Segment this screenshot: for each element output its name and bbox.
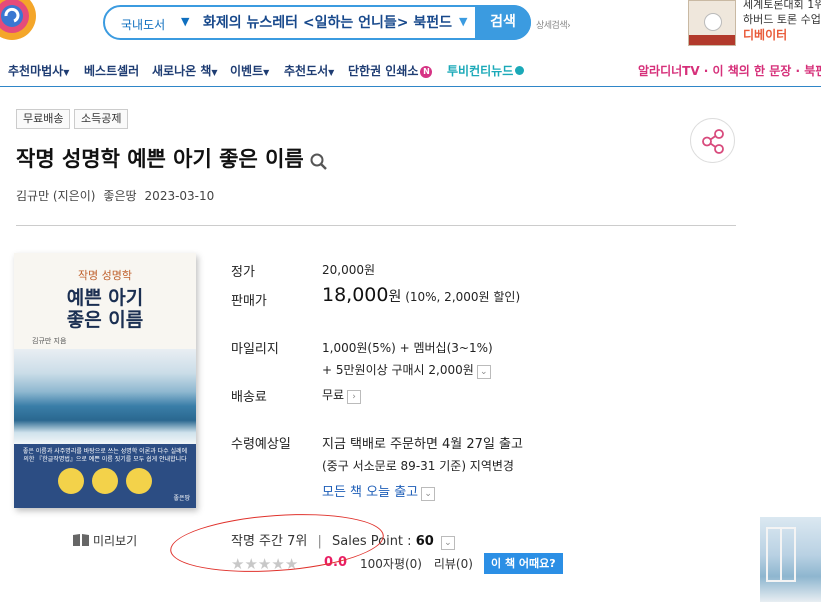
tag-free-shipping: 무료배송	[16, 109, 71, 129]
book-meta: 김규만 (지은이) 좋은땅 2023-03-10	[16, 187, 222, 204]
side-banner-thumbnail[interactable]	[760, 517, 821, 602]
caret-down-icon: ▼	[63, 68, 70, 77]
sale-price: 18,000원 (10%, 2,000원 할인)	[322, 284, 520, 306]
advanced-search-label: 상세검색	[536, 21, 568, 31]
search-input[interactable]	[203, 14, 453, 30]
chevron-right-icon: ›	[567, 21, 571, 31]
discount-text: (10%, 2,000원 할인)	[405, 290, 521, 304]
cover-publisher: 좋은땅	[173, 495, 190, 502]
chevron-right-icon[interactable]: ›	[347, 390, 362, 404]
nav-label: 추천마법사	[8, 64, 64, 78]
nav-label: 베스트셀러	[84, 64, 140, 78]
share-button[interactable]	[690, 118, 735, 163]
chevron-down-icon[interactable]: ▼	[181, 15, 189, 28]
sales-point-value: 60	[415, 534, 434, 549]
nav-item-tobecontinued[interactable]: 투비컨티뉴드	[447, 62, 525, 79]
shipping-value: 무료 ›	[322, 386, 362, 404]
ad-book-thumbnail[interactable]	[688, 0, 736, 46]
delivery-line2[interactable]: (중구 서소문로 89-31 기준) 지역변경	[322, 457, 514, 474]
new-badge: N	[420, 66, 433, 78]
nav-item-recommended[interactable]: 추천도서▼	[284, 62, 334, 79]
nav-right-links[interactable]: 알라디너TV · 이 책의 한 문장 · 북펀	[638, 62, 821, 79]
list-price-value: 20,000원	[322, 263, 376, 277]
cover-band-text: 좋은 이름과 사주명리를 바탕으로 쓰는 성명학 이론과 다수 실례에 의한 『…	[22, 448, 188, 463]
page-title: 작명 성명학 예쁜 아기 좋은 이름	[16, 147, 304, 171]
ad-text-line2[interactable]: 하버드 토론 수업	[743, 11, 821, 27]
cover-title-line2: 좋은 이름	[66, 309, 144, 331]
preview-button[interactable]: 미리보기	[72, 532, 137, 549]
nav-divider	[0, 86, 821, 87]
list-price-label: 정가	[231, 265, 255, 280]
search-button[interactable]: 검색	[475, 5, 531, 40]
sale-price-unit: 원	[388, 289, 402, 305]
shipping-value-text: 무료	[322, 388, 345, 402]
cover-subtitle: 작명 성명학	[77, 269, 133, 282]
cover-badge	[92, 468, 118, 494]
caret-down-icon: ▼	[211, 68, 218, 77]
nav-label: 이벤트	[230, 64, 264, 78]
short-review-link[interactable]: 100자평(0)	[360, 557, 422, 571]
how-about-this-book-button[interactable]: 이 책 어때요?	[484, 553, 563, 574]
advanced-search-link[interactable]: 상세검색›	[536, 18, 571, 31]
delivery-label: 수령예상일	[231, 437, 291, 452]
review-link[interactable]: 리뷰(0)	[434, 557, 473, 571]
cover-band: 좋은 이름과 사주명리를 바탕으로 쓰는 성명학 이론과 다수 실례에 의한 『…	[14, 444, 196, 508]
nav-item-recommend-wizard[interactable]: 추천마법사▼	[8, 62, 69, 79]
annotation-ellipse	[168, 507, 386, 579]
section-divider	[16, 225, 736, 226]
search-icon[interactable]	[309, 152, 329, 172]
nav-label: 추천도서	[284, 64, 329, 78]
chevron-down-icon[interactable]: ⌄	[440, 536, 455, 550]
tag-tax-deduction: 소득공제	[74, 109, 129, 129]
nav-label: 새로나온 책	[152, 64, 212, 78]
nav-label: 단한권 인쇄소	[348, 64, 419, 78]
sale-price-value: 18,000	[322, 284, 389, 306]
cover-author: 김규만 지음	[32, 337, 67, 345]
main-navigation: 추천마법사▼ 베스트셀러 새로나온 책▼ 이벤트▼ 추천도서▼ 단한권 인쇄소 N…	[0, 62, 821, 86]
nav-item-new-books[interactable]: 새로나온 책▼	[152, 62, 218, 79]
caret-down-icon: ▼	[328, 68, 335, 77]
all-books-today-link[interactable]: 모든 책 오늘 출고	[322, 485, 418, 500]
author-link[interactable]: 김규만 (지은이)	[16, 189, 95, 203]
publisher-link[interactable]: 좋은땅	[103, 189, 136, 203]
nav-label: 투비컨티뉴드	[447, 64, 514, 78]
review-counts: 100자평(0) 리뷰(0)	[360, 555, 473, 572]
delivery-line1: 지금 택배로 주문하면 4월 27일 출고	[322, 437, 523, 452]
publish-date: 2023-03-10	[144, 189, 215, 203]
sale-price-label: 판매가	[231, 294, 267, 309]
search-bar: 국내도서 ▼ ▼ 검색	[103, 5, 531, 40]
search-scope-select[interactable]: 국내도서	[121, 16, 165, 33]
book-open-icon	[73, 534, 89, 546]
ad-text-line3[interactable]: 디베이터	[743, 26, 787, 43]
nav-item-bestseller[interactable]: 베스트셀러	[84, 62, 139, 79]
book-cover[interactable]: 작명 성명학 예쁜 아기 좋은 이름 김규만 지음 좋은 이름과 사주명리를 바…	[14, 253, 196, 508]
chevron-down-icon[interactable]: ⌄	[421, 487, 436, 501]
mileage-line2: + 5만원이상 구매시 2,000원 ⌄	[322, 361, 491, 379]
preview-label: 미리보기	[93, 534, 138, 548]
aladin-logo[interactable]	[0, 0, 38, 42]
mileage-line2-text: + 5만원이상 구매시 2,000원	[322, 363, 474, 377]
nav-item-events[interactable]: 이벤트▼	[230, 62, 269, 79]
mileage-line1: 1,000원(5%) + 멤버십(3~1%)	[322, 341, 493, 355]
cover-badge	[126, 468, 152, 494]
delivery-line3[interactable]: 모든 책 오늘 출고 ⌄	[322, 481, 436, 501]
cover-illustration	[14, 349, 196, 444]
share-icon	[702, 129, 724, 154]
search-suggest-chevron-icon[interactable]: ▼	[459, 15, 467, 28]
more-dots-icon	[515, 66, 525, 75]
nav-item-print-shop[interactable]: 단한권 인쇄소 N	[348, 62, 433, 79]
shipping-label: 배송료	[231, 390, 267, 405]
chevron-down-icon[interactable]: ⌄	[476, 365, 491, 379]
cover-badge	[58, 468, 84, 494]
caret-down-icon: ▼	[263, 68, 270, 77]
mileage-label: 마일리지	[231, 342, 279, 357]
